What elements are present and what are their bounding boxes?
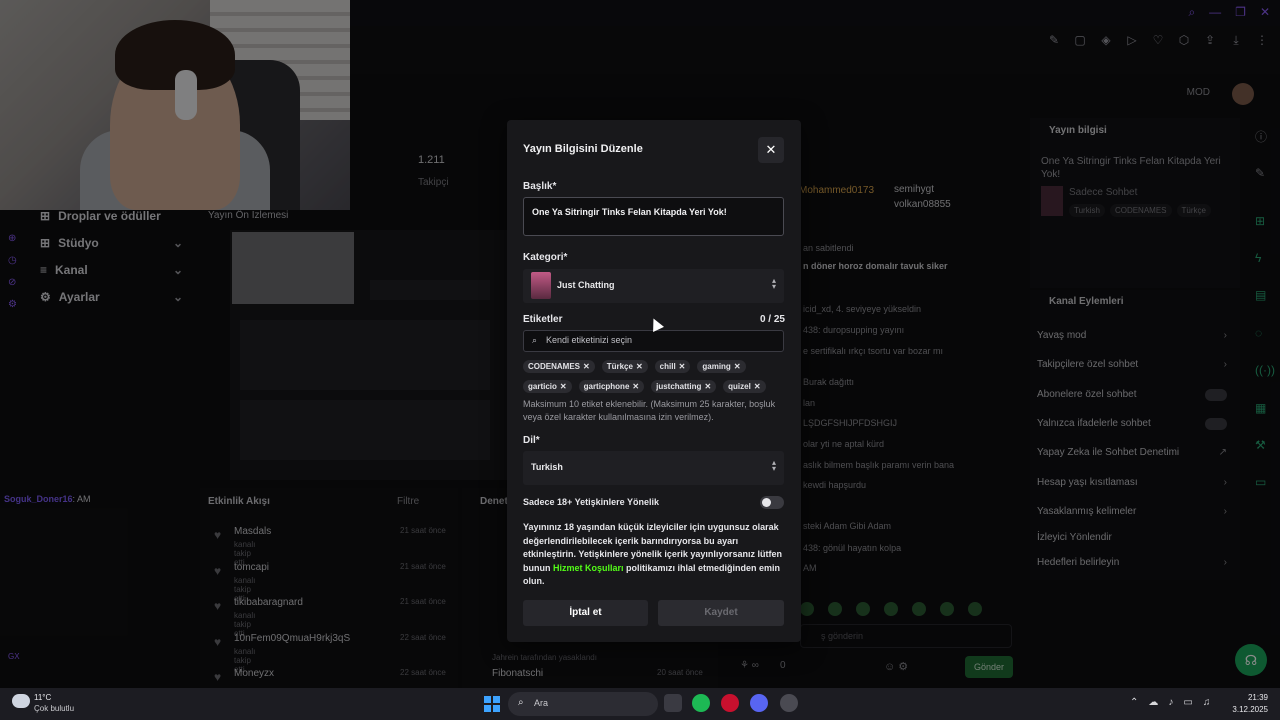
language-label: Dil* [523, 435, 540, 446]
title-label: Başlık* [523, 181, 557, 192]
weather-cloud-icon[interactable] [12, 694, 30, 708]
close-icon[interactable]: ✕ [758, 137, 784, 163]
tag-chip[interactable]: garticio ✕ [523, 380, 572, 393]
windows-start-icon[interactable] [484, 696, 500, 712]
selected-tags-row: CODENAMES ✕ Türkçe ✕ chill ✕ gaming ✕ [523, 360, 793, 373]
file-explorer-icon[interactable] [664, 694, 682, 712]
display-icon[interactable]: ▭ [1183, 697, 1192, 708]
taskbar-clock[interactable]: 21:39 3.12.2025 [1232, 692, 1268, 716]
save-button[interactable]: Kaydet [658, 600, 784, 626]
taskbar-search-label: Ara [534, 698, 549, 708]
microphone-icon[interactable]: ♪ [1168, 697, 1173, 708]
tag-label: justchatting [656, 382, 702, 391]
tag-chip[interactable]: CODENAMES ✕ [523, 360, 595, 373]
edit-stream-info-modal: Yayın Bilgisini Düzenle ✕ Başlık* One Ya… [507, 120, 801, 642]
steam-icon[interactable] [780, 694, 798, 712]
chevron-up-icon[interactable]: ⌃ [1130, 697, 1138, 708]
title-input[interactable]: One Ya Sitringir Tinks Felan Kitapda Yer… [523, 197, 784, 236]
tag-label: gaming [702, 362, 731, 371]
volume-icon[interactable]: ♫ [1203, 697, 1211, 708]
category-value: Just Chatting [557, 280, 615, 290]
tag-chip[interactable]: gaming ✕ [697, 360, 746, 373]
system-tray: ⌃ ☁ ♪ ▭ ♫ [1130, 697, 1210, 708]
tags-help-text: Maksimum 10 etiket eklenebilir. (Maksimu… [523, 399, 776, 422]
tag-label: Türkçe [606, 362, 633, 371]
clock-time: 21:39 [1247, 693, 1268, 702]
tag-chip[interactable]: Türkçe ✕ [601, 360, 648, 373]
adult-only-toggle[interactable] [760, 496, 784, 509]
remove-tag-icon[interactable]: ✕ [704, 382, 711, 391]
tag-label: CODENAMES [528, 362, 581, 371]
remove-tag-icon[interactable]: ✕ [583, 362, 590, 371]
tags-count: 0 / 25 [759, 314, 785, 325]
category-label: Kategori* [523, 252, 568, 263]
terms-link[interactable]: Hizmet Koşulları [553, 563, 624, 573]
search-icon: ⌕ [518, 697, 524, 708]
weather-condition[interactable]: Çok bulutlu [34, 704, 74, 713]
selected-tags-row: garticio ✕ garticphone ✕ justchatting ✕ qui… [523, 380, 793, 393]
remove-tag-icon[interactable]: ✕ [632, 382, 639, 391]
remove-tag-icon[interactable]: ✕ [734, 362, 741, 371]
remove-tag-icon[interactable]: ✕ [679, 362, 686, 371]
search-icon: ⌕ [532, 335, 538, 345]
tag-chip[interactable]: justchatting ✕ [651, 380, 717, 393]
adult-warning-text: Yayınınız 18 yaşından küçük izleyiciler … [523, 521, 787, 589]
modal-title: Yayın Bilgisini Düzenle [523, 143, 643, 155]
remove-tag-icon[interactable]: ✕ [754, 382, 761, 391]
toggle-knob [762, 498, 771, 507]
tag-chip[interactable]: quizel ✕ [723, 380, 766, 393]
discord-icon[interactable] [750, 694, 768, 712]
updown-chevron-icon: ▴ ▾ [771, 276, 776, 291]
tag-chip[interactable]: garticphone ✕ [578, 380, 645, 393]
language-select[interactable]: Turkish ▴ ▾ [523, 451, 784, 485]
tag-label: garticphone [583, 382, 630, 391]
taskbar-search[interactable]: ⌕ Ara [508, 692, 658, 716]
adult-only-label: Sadece 18+ Yetişkinlere Yönelik [523, 497, 660, 507]
weather-temperature[interactable]: 11°C [34, 693, 51, 702]
tag-label: garticio [528, 382, 557, 391]
tag-search-placeholder: Kendi etiketinizi seçin [546, 335, 633, 345]
tag-label: quizel [728, 382, 751, 391]
cancel-button[interactable]: İptal et [523, 600, 648, 626]
remove-tag-icon[interactable]: ✕ [636, 362, 643, 371]
clock-date: 3.12.2025 [1232, 705, 1268, 714]
spotify-icon[interactable] [692, 694, 710, 712]
tag-chip[interactable]: chill ✕ [654, 360, 691, 373]
remove-tag-icon[interactable]: ✕ [560, 382, 567, 391]
language-value: Turkish [531, 462, 563, 472]
cloud-sync-icon[interactable]: ☁ [1148, 697, 1158, 708]
tags-label: Etiketler [523, 314, 563, 325]
opera-gx-icon[interactable] [721, 694, 739, 712]
category-select[interactable]: Just Chatting ▴ ▾ [523, 269, 784, 303]
updown-chevron-icon: ▴ ▾ [771, 458, 776, 473]
tag-label: chill [659, 362, 676, 371]
category-thumbnail [531, 272, 551, 299]
tag-search-input[interactable]: ⌕ Kendi etiketinizi seçin [523, 330, 784, 352]
